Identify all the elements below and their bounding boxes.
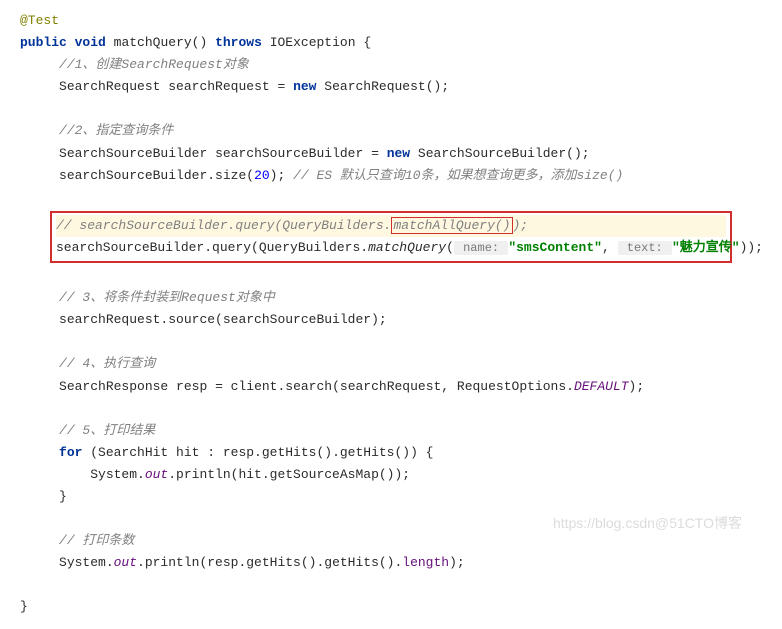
- blank-line: [20, 98, 762, 120]
- watermark: https://blog.csdn@51CTO博客: [553, 512, 742, 536]
- param-hint-text: text:: [618, 241, 672, 255]
- inner-highlight-box: matchAllQuery(): [391, 217, 512, 234]
- close-brace-1: }: [20, 486, 762, 508]
- close-brace-2: }: [20, 596, 762, 618]
- blank-line: [20, 265, 762, 287]
- method-signature: public void matchQuery() throws IOExcept…: [20, 32, 762, 54]
- annotation-line: @Test: [20, 10, 762, 32]
- blank-line: [20, 574, 762, 596]
- size-call: searchSourceBuilder.size(20); // ES 默认只查…: [20, 165, 762, 187]
- search-call: SearchResponse resp = client.search(sear…: [20, 376, 762, 398]
- println-hit: System.out.println(hit.getSourceAsMap())…: [20, 464, 762, 486]
- for-loop: for (SearchHit hit : resp.getHits().getH…: [20, 442, 762, 464]
- comment-2: //2、指定查询条件: [20, 120, 762, 142]
- comment-5: // 5、打印结果: [20, 420, 762, 442]
- blank-line: [20, 398, 762, 420]
- active-query-line: searchSourceBuilder.query(QueryBuilders.…: [56, 237, 726, 259]
- param-hint-name: name:: [454, 241, 508, 255]
- sourcebuilder-decl: SearchSourceBuilder searchSourceBuilder …: [20, 143, 762, 165]
- println-length: System.out.println(resp.getHits().getHit…: [20, 552, 762, 574]
- searchrequest-decl: SearchRequest searchRequest = new Search…: [20, 76, 762, 98]
- comment-1: //1、创建SearchRequest对象: [20, 54, 762, 76]
- comment-4: // 4、执行查询: [20, 353, 762, 375]
- highlight-box: // searchSourceBuilder.query(QueryBuilde…: [50, 211, 732, 263]
- blank-line: [20, 187, 762, 209]
- blank-line: [20, 331, 762, 353]
- comment-3: // 3、将条件封装到Request对象中: [20, 287, 762, 309]
- commented-query-line: // searchSourceBuilder.query(QueryBuilde…: [56, 215, 726, 237]
- source-call: searchRequest.source(searchSourceBuilder…: [20, 309, 762, 331]
